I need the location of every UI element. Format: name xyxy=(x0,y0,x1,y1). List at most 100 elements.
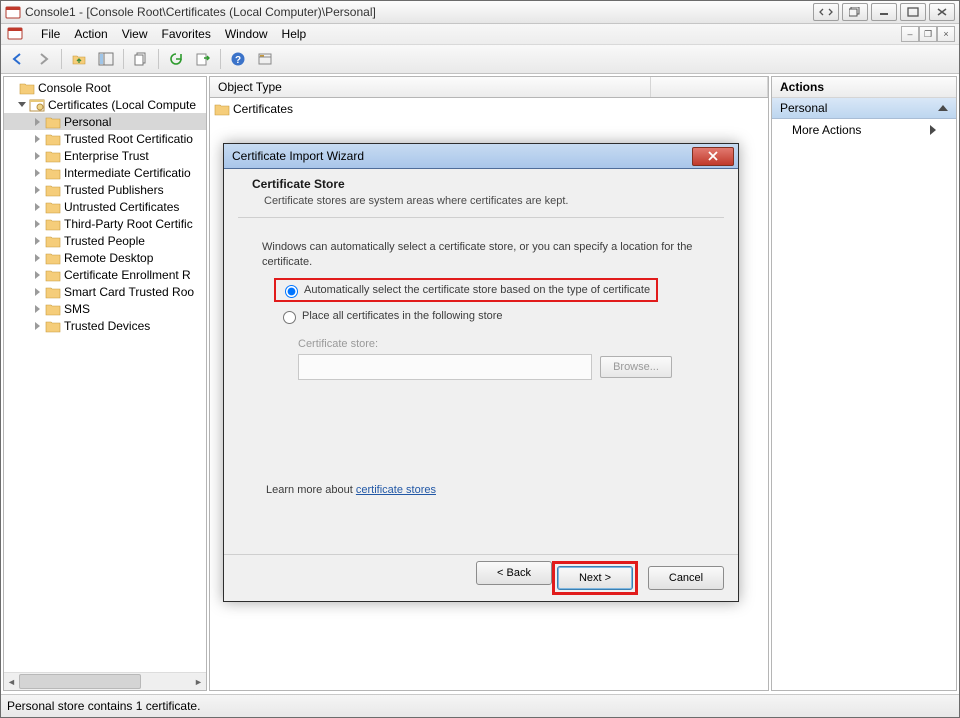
scroll-indicator-icon[interactable] xyxy=(813,3,839,21)
column-spacer[interactable] xyxy=(651,77,768,97)
expander-icon[interactable] xyxy=(32,201,43,212)
tree-item[interactable]: SMS xyxy=(4,300,206,317)
certificate-import-wizard: Certificate Import Wizard Certificate St… xyxy=(223,143,739,602)
tree-item[interactable]: Enterprise Trust xyxy=(4,147,206,164)
tree-label: Trusted Publishers xyxy=(64,183,164,197)
menu-favorites[interactable]: Favorites xyxy=(162,27,211,41)
store-label: Certificate store: xyxy=(298,338,700,350)
tree-label: Intermediate Certificatio xyxy=(64,166,191,180)
close-icon xyxy=(707,151,719,161)
tree-item[interactable]: Trusted Publishers xyxy=(4,181,206,198)
expander-open-icon[interactable] xyxy=(16,99,27,110)
tree-label: Console Root xyxy=(38,81,111,95)
actions-item-label: More Actions xyxy=(792,123,861,137)
menu-help[interactable]: Help xyxy=(282,27,307,41)
menu-view[interactable]: View xyxy=(122,27,148,41)
expander-icon[interactable] xyxy=(32,150,43,161)
expander-icon[interactable] xyxy=(32,116,43,127)
tree-item[interactable]: Trusted People xyxy=(4,232,206,249)
close-button[interactable] xyxy=(929,3,955,21)
tree-item[interactable]: Personal xyxy=(4,113,206,130)
tree-item[interactable]: Trusted Root Certificatio xyxy=(4,130,206,147)
tree-certificates[interactable]: Certificates (Local Compute xyxy=(4,96,206,113)
maximize-button[interactable] xyxy=(900,3,926,21)
tree-pane: Console Root Certificates (Local Compute… xyxy=(3,76,207,691)
copy-button[interactable] xyxy=(129,47,153,71)
menu-window[interactable]: Window xyxy=(225,27,268,41)
tree-item[interactable]: Untrusted Certificates xyxy=(4,198,206,215)
column-object-type[interactable]: Object Type xyxy=(210,77,651,97)
next-button[interactable]: Next > xyxy=(557,566,633,590)
tree-label: Third-Party Root Certific xyxy=(64,217,193,231)
list-header: Object Type xyxy=(209,76,769,98)
mdi-minimize[interactable]: – xyxy=(901,26,919,42)
app-icon xyxy=(5,4,21,20)
collapse-icon xyxy=(938,105,948,111)
expander-icon[interactable] xyxy=(32,218,43,229)
actions-more[interactable]: More Actions xyxy=(772,119,956,141)
cancel-button[interactable]: Cancel xyxy=(648,566,724,590)
tree-label: Certificate Enrollment R xyxy=(64,268,191,282)
highlight-box: Next > xyxy=(552,561,638,595)
expander-icon[interactable] xyxy=(32,133,43,144)
up-button[interactable] xyxy=(67,47,91,71)
tree-label: Untrusted Certificates xyxy=(64,200,179,214)
tree-label: Personal xyxy=(64,115,111,129)
chevron-right-icon xyxy=(930,125,936,135)
tree-item[interactable]: Remote Desktop xyxy=(4,249,206,266)
options-button[interactable] xyxy=(253,47,277,71)
expander-icon[interactable] xyxy=(32,303,43,314)
forward-button[interactable] xyxy=(32,47,56,71)
mdi-restore[interactable]: ❐ xyxy=(919,26,937,42)
export-button[interactable] xyxy=(191,47,215,71)
expander-icon[interactable] xyxy=(32,252,43,263)
list-item[interactable]: Certificates xyxy=(214,100,764,117)
back-button[interactable]: < Back xyxy=(476,561,552,585)
radio-auto-input[interactable] xyxy=(285,285,298,298)
radio-place-input[interactable] xyxy=(283,311,296,324)
menu-action[interactable]: Action xyxy=(74,27,107,41)
tree-item[interactable]: Third-Party Root Certific xyxy=(4,215,206,232)
wizard-button-row: < Back Next > Cancel xyxy=(224,554,738,601)
wizard-close-button[interactable] xyxy=(692,147,734,166)
scroll-right-icon[interactable]: ► xyxy=(191,674,206,689)
window-title: Console1 - [Console Root\Certificates (L… xyxy=(25,5,813,19)
radio-auto-select[interactable]: Automatically select the certificate sto… xyxy=(280,282,650,298)
expander-icon[interactable] xyxy=(32,167,43,178)
expander-icon[interactable] xyxy=(32,286,43,297)
expander-icon[interactable] xyxy=(32,235,43,246)
tree-item[interactable]: Smart Card Trusted Roo xyxy=(4,283,206,300)
wizard-titlebar[interactable]: Certificate Import Wizard xyxy=(224,144,738,169)
tree-item[interactable]: Trusted Devices xyxy=(4,317,206,334)
list-item-label: Certificates xyxy=(233,102,293,116)
help-button[interactable]: ? xyxy=(226,47,250,71)
minimize-button[interactable] xyxy=(871,3,897,21)
actions-header: Actions xyxy=(772,77,956,98)
tree-item[interactable]: Intermediate Certificatio xyxy=(4,164,206,181)
radio-place-all[interactable]: Place all certificates in the following … xyxy=(278,308,700,324)
tree-item[interactable]: Certificate Enrollment R xyxy=(4,266,206,283)
refresh-button[interactable] xyxy=(164,47,188,71)
expander-icon[interactable] xyxy=(6,82,17,93)
expander-icon[interactable] xyxy=(32,320,43,331)
wizard-title-text: Certificate Import Wizard xyxy=(232,149,692,163)
learn-prefix: Learn more about xyxy=(266,484,356,496)
expander-icon[interactable] xyxy=(32,184,43,195)
expander-icon[interactable] xyxy=(32,269,43,280)
show-hide-tree-button[interactable] xyxy=(94,47,118,71)
actions-section[interactable]: Personal xyxy=(772,98,956,119)
toolbar: ? xyxy=(1,45,959,74)
back-button[interactable] xyxy=(5,47,29,71)
tree-root[interactable]: Console Root xyxy=(4,79,206,96)
actions-pane: Actions Personal More Actions xyxy=(771,76,957,691)
learn-link[interactable]: certificate stores xyxy=(356,484,436,496)
tree-label: Enterprise Trust xyxy=(64,149,149,163)
horizontal-scrollbar[interactable]: ◄ ► xyxy=(4,672,206,690)
mdi-close[interactable]: × xyxy=(937,26,955,42)
wizard-description: Windows can automatically select a certi… xyxy=(262,240,700,270)
scroll-thumb[interactable] xyxy=(19,674,141,689)
restore-window-icon[interactable] xyxy=(842,3,868,21)
scroll-left-icon[interactable]: ◄ xyxy=(4,674,19,689)
menu-file[interactable]: File xyxy=(41,27,60,41)
tree-label: Remote Desktop xyxy=(64,251,153,265)
